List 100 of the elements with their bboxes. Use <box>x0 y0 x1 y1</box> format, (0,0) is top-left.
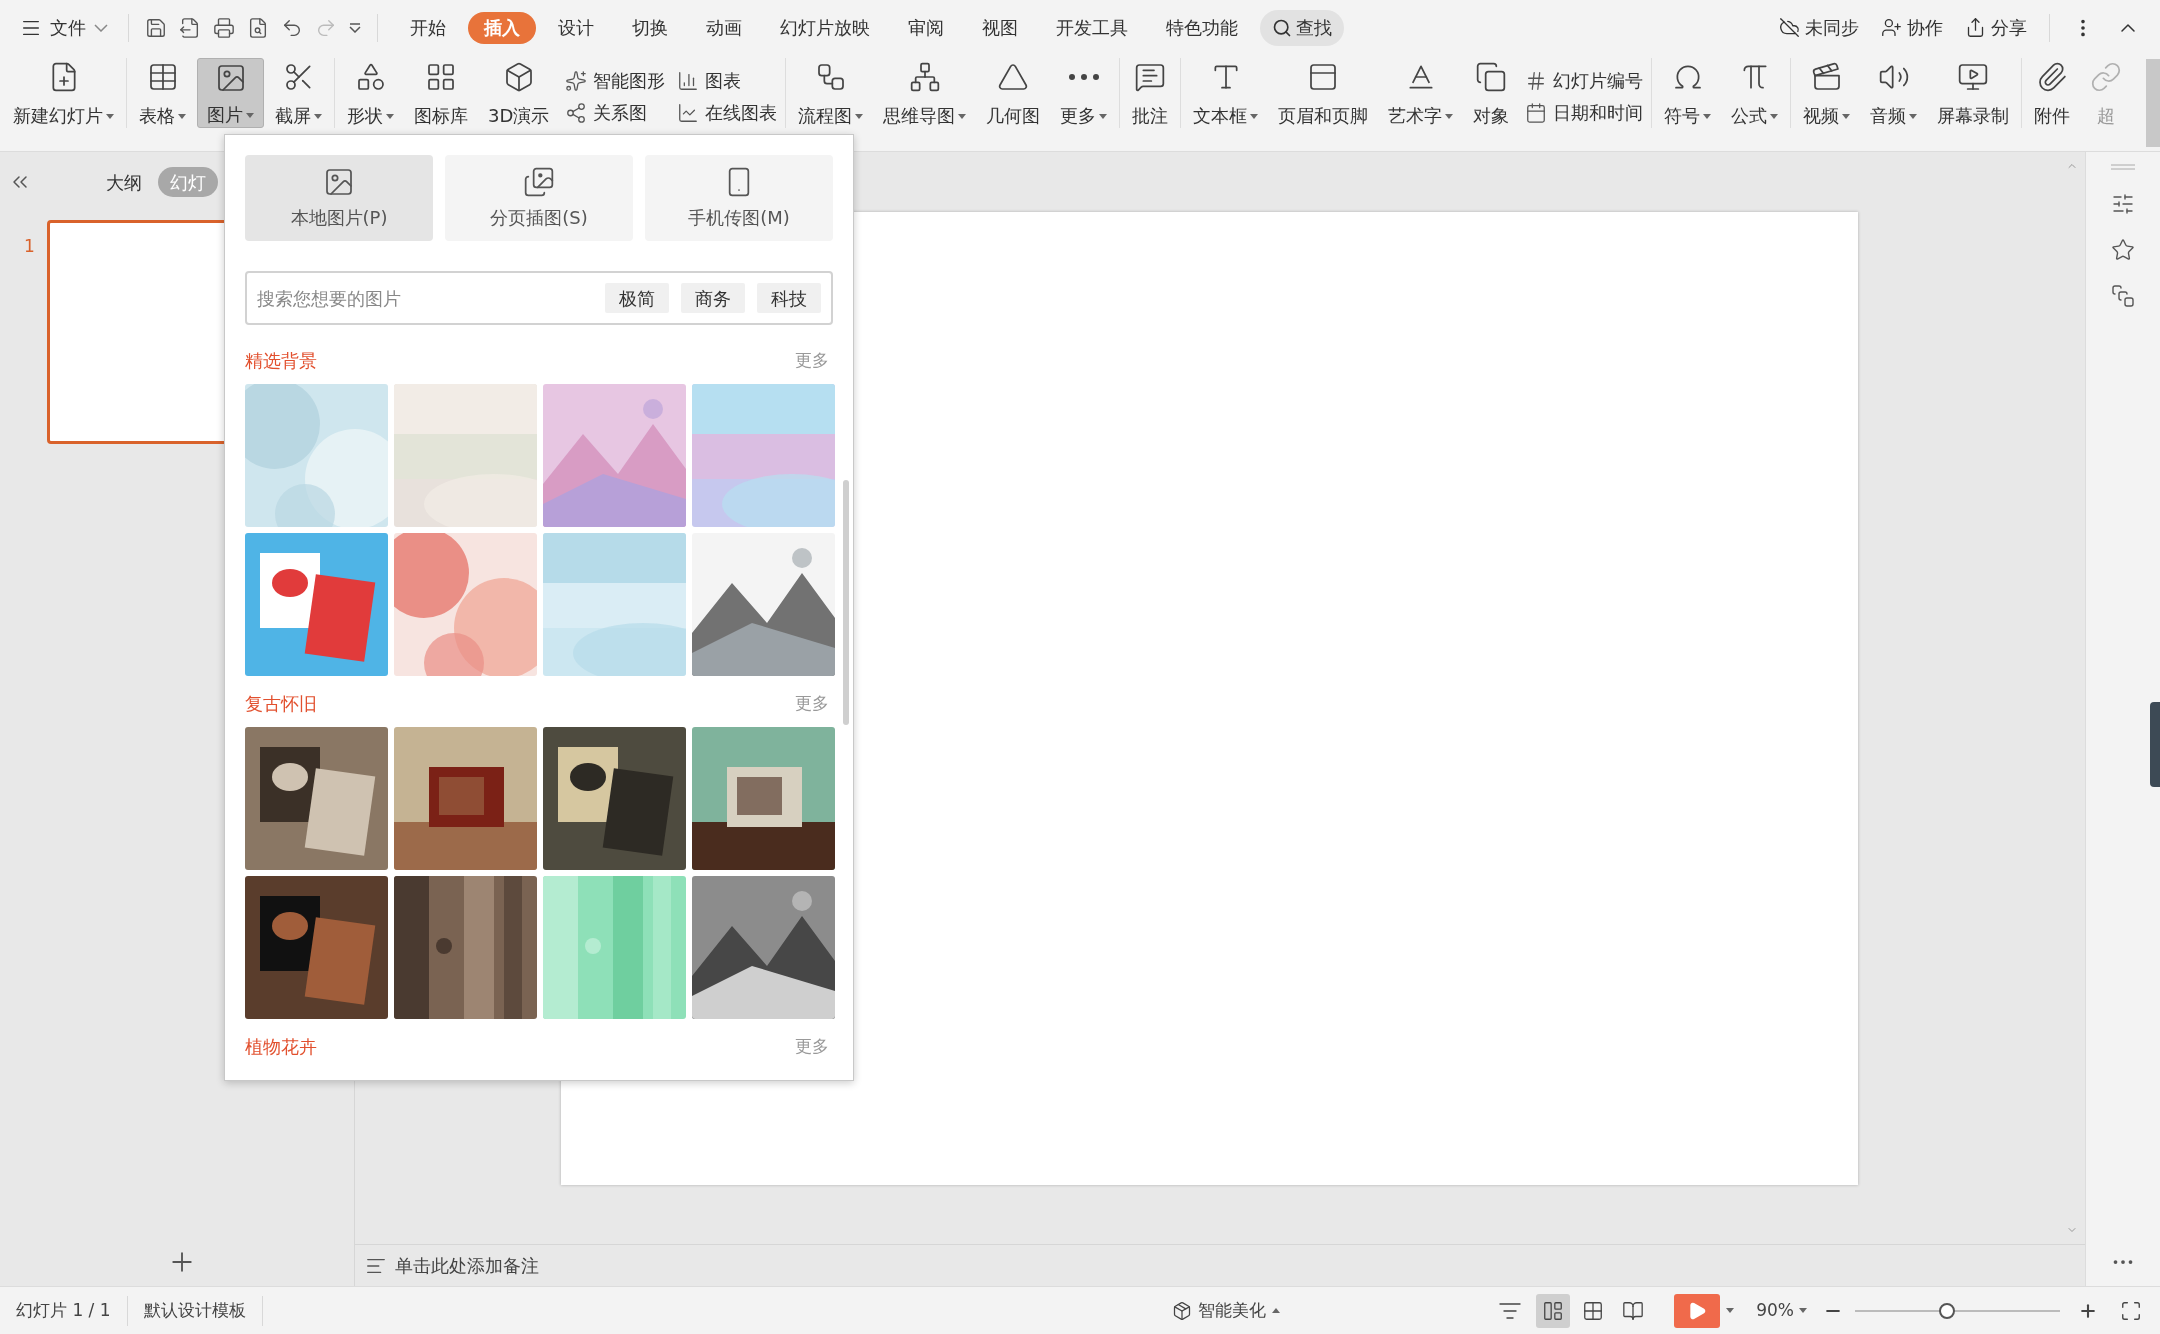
account-button[interactable]: 协作 <box>1881 14 1943 41</box>
ribbon-button[interactable]: 思维导图 <box>874 58 976 128</box>
ribbon-button[interactable]: 附件 <box>2025 58 2080 128</box>
picture-source-button[interactable]: 手机传图(M) <box>645 155 833 241</box>
account-button[interactable]: 分享 <box>1965 14 2027 41</box>
zoom-slider[interactable] <box>1855 1301 2060 1320</box>
ribbon-button[interactable]: 艺术字 <box>1379 58 1463 128</box>
ribbon-button[interactable]: 日期和时间 <box>1525 102 1644 124</box>
calendar-icon <box>1525 102 1548 124</box>
search-tag[interactable]: 极简 <box>605 283 669 313</box>
beautify-button[interactable]: 智能美化 <box>1172 1297 1281 1324</box>
ribbon-button[interactable]: 3D演示 <box>479 58 559 128</box>
picture-source-button[interactable]: 本地图片(P) <box>245 155 433 241</box>
ribbon-tab[interactable]: 开始 <box>394 11 462 44</box>
ribbon-tab[interactable]: 视图 <box>966 11 1034 44</box>
export-icon[interactable] <box>179 16 201 39</box>
print-icon[interactable] <box>213 16 235 39</box>
ribbon-button[interactable]: 表格 <box>130 58 195 128</box>
search-tag[interactable]: 科技 <box>757 283 821 313</box>
ribbon-button[interactable]: 智能图形 <box>565 70 666 92</box>
zoom-select[interactable]: 90% <box>1756 1297 1807 1324</box>
caret-icon <box>855 113 864 119</box>
caret-icon <box>1799 1308 1807 1313</box>
ribbon-button[interactable]: 图片 <box>197 58 264 128</box>
search-tag[interactable]: 商务 <box>681 283 745 313</box>
ribbon-button[interactable]: 图标库 <box>405 58 477 128</box>
caret-icon <box>958 113 967 119</box>
caret-icon <box>1099 113 1108 119</box>
panel-tab[interactable]: 大纲 <box>94 167 154 197</box>
ribbon-button[interactable]: 文本框 <box>1184 58 1268 128</box>
divider-icon <box>2111 164 2135 170</box>
caret-icon <box>178 113 186 119</box>
layers-icon[interactable] <box>2111 284 2135 308</box>
customize-icon[interactable] <box>349 22 361 33</box>
caret-icon <box>106 113 114 119</box>
side-handle[interactable] <box>2150 702 2160 787</box>
ribbon-button[interactable]: 公式 <box>1722 58 1788 128</box>
fit-icon[interactable] <box>2120 1299 2142 1322</box>
ribbon-tab[interactable]: 切换 <box>616 11 684 44</box>
template-name[interactable]: 默认设计模板 <box>127 1297 262 1324</box>
chevron-icon <box>94 23 108 32</box>
ribbon-tab[interactable]: 审阅 <box>892 11 960 44</box>
slider-thumb[interactable] <box>1939 1302 1956 1319</box>
bar-chart-icon <box>677 70 700 92</box>
star-icon[interactable] <box>2111 238 2135 262</box>
settings-icon[interactable] <box>2111 192 2135 216</box>
link-icon <box>2090 61 2123 93</box>
ribbon-tab[interactable]: 幻灯片放映 <box>764 11 886 44</box>
ribbon-button[interactable]: 更多 <box>1051 58 1117 128</box>
ribbon-button[interactable]: 在线图表 <box>677 102 778 124</box>
caret-icon <box>1250 113 1259 119</box>
grid-view-icon <box>1582 1299 1605 1322</box>
ribbon-button[interactable]: 音频 <box>1861 58 1927 128</box>
account-button[interactable]: 未同步 <box>1779 14 1859 41</box>
ribbon-button[interactable]: 形状 <box>338 58 403 128</box>
ribbon-button[interactable]: 关系图 <box>565 102 666 124</box>
share-icon <box>1965 17 1986 38</box>
ribbon-button[interactable]: 页眉和页脚 <box>1269 58 1378 128</box>
play-icon <box>1687 1300 1708 1321</box>
ribbon-button[interactable]: 幻灯片编号 <box>1525 70 1644 92</box>
caret-icon <box>1909 113 1918 119</box>
ribbon-button[interactable]: 视频 <box>1794 58 1860 128</box>
ribbon-tab[interactable]: 特色功能 <box>1150 11 1254 44</box>
ribbon-button[interactable]: 屏幕录制 <box>1928 58 2019 128</box>
ribbon-button[interactable]: 新建幻灯片 <box>4 58 123 128</box>
nodes-icon <box>565 102 588 124</box>
caret-icon <box>1726 1308 1735 1313</box>
picture-search-field[interactable]: 搜索您想要的图片 极简 商务 科技 <box>245 271 833 325</box>
ribbon-tab[interactable]: 设计 <box>542 11 610 44</box>
add-user-icon <box>1881 17 1902 38</box>
notes-placeholder[interactable]: 单击此处添加备注 <box>395 1252 539 1279</box>
view-button[interactable] <box>1536 1293 1571 1328</box>
ribbon-button[interactable]: 截屏 <box>266 58 331 128</box>
ribbon-button[interactable]: 图表 <box>677 70 778 92</box>
scrollbar-thumb[interactable] <box>843 480 849 725</box>
play-button[interactable] <box>1674 1293 1721 1328</box>
caret-icon <box>1272 1308 1281 1313</box>
ribbon-tab[interactable]: 开发工具 <box>1040 11 1144 44</box>
ribbon-button[interactable]: 几何图 <box>977 58 1050 128</box>
ribbon-button[interactable]: 批注 <box>1123 58 1178 128</box>
search-field[interactable]: 查找 <box>1260 9 1344 46</box>
ribbon-button[interactable]: 流程图 <box>789 58 873 128</box>
normal-view-icon <box>1542 1299 1565 1322</box>
ellipsis-icon <box>1067 73 1100 81</box>
network-icon <box>908 61 941 93</box>
caret-icon <box>1770 113 1779 119</box>
cloud-icon <box>1779 17 1800 38</box>
ribbon-button[interactable]: 对象 <box>1464 58 1519 128</box>
save-icon[interactable] <box>145 16 167 39</box>
monitor-icon <box>1957 61 1990 93</box>
slide-count: 幻灯片 1 / 1 <box>15 1298 112 1322</box>
caret-icon <box>246 112 254 118</box>
more-icon[interactable] <box>2113 1258 2133 1266</box>
preview-icon[interactable] <box>247 16 269 39</box>
ribbon-tab[interactable]: 动画 <box>690 11 758 44</box>
book-icon <box>1622 1299 1645 1322</box>
picture-source-button[interactable]: 分页插图(S) <box>445 155 633 241</box>
file-menu[interactable]: 文件 <box>20 14 122 41</box>
ribbon-button[interactable]: 符号 <box>1655 58 1721 128</box>
caret-icon <box>386 113 394 119</box>
